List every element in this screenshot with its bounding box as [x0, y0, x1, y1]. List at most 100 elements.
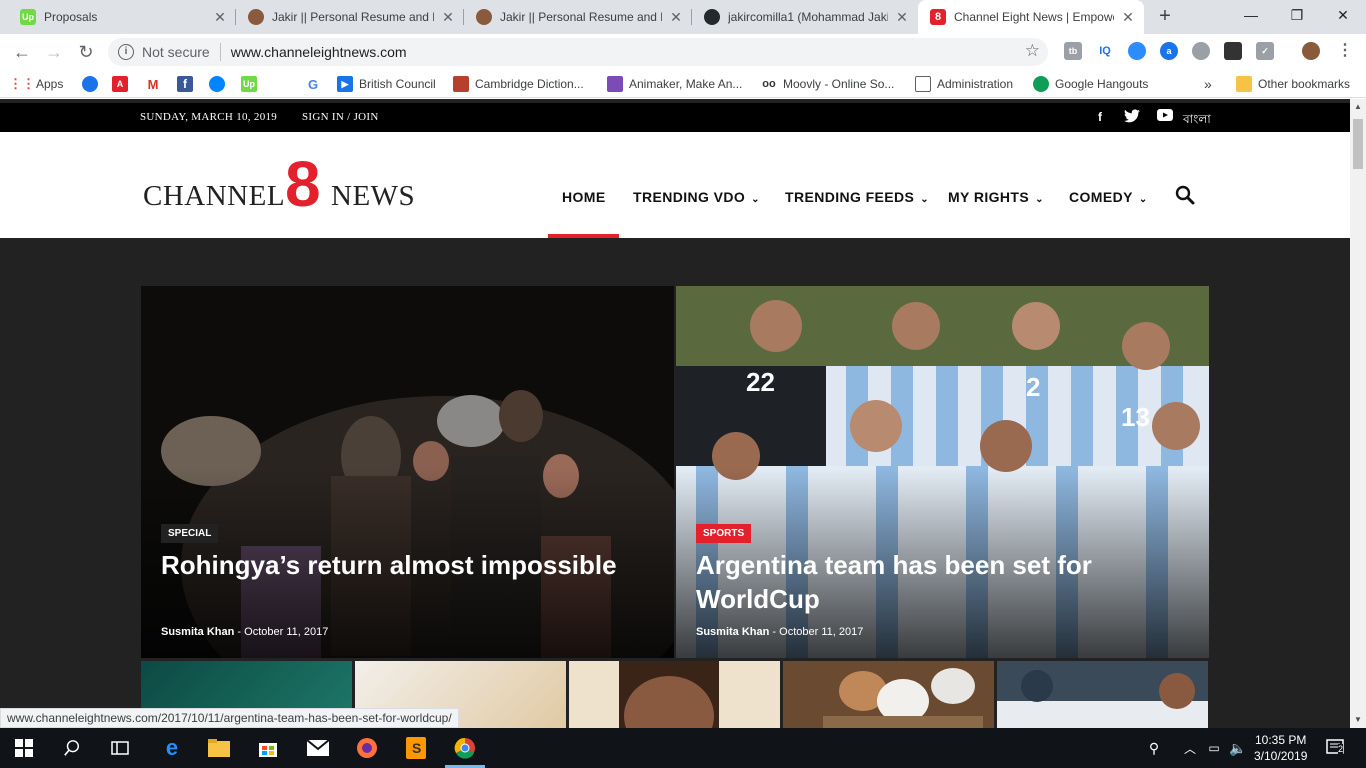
bookmark-label: Google Hangouts — [1055, 77, 1149, 91]
browser-tab[interactable]: jakircomilla1 (Mohammad Jakir ✕ — [692, 0, 918, 34]
browser-tab[interactable]: Jakir || Personal Resume and Po ✕ — [236, 0, 464, 34]
menu-comedy[interactable]: COMEDY ⌄ — [1069, 189, 1148, 205]
zoom-extension-icon[interactable] — [1128, 42, 1146, 60]
menu-dots-icon[interactable]: ⋮ — [1336, 42, 1354, 60]
bookmark-facebook[interactable]: f — [177, 75, 193, 93]
mail-icon[interactable] — [306, 736, 330, 760]
reload-icon[interactable]: ↻ — [74, 40, 98, 64]
notifications-icon[interactable]: 2 — [1324, 736, 1348, 760]
menu-trending-vdo[interactable]: TRENDING VDO ⌄ — [633, 189, 760, 205]
extension-icon[interactable]: tb — [1064, 42, 1082, 60]
article-author[interactable]: Susmita Khan — [696, 626, 769, 638]
profile-avatar[interactable] — [1302, 42, 1320, 60]
browser-tab[interactable]: Jakir || Personal Resume and Po ✕ — [464, 0, 692, 34]
site-logo[interactable]: CHANNEL 8 NEWS — [143, 152, 415, 216]
firefox-icon[interactable] — [355, 736, 379, 760]
search-icon[interactable] — [1175, 185, 1195, 205]
file-explorer-icon[interactable] — [207, 736, 231, 760]
network-icon[interactable]: ▭ — [1202, 736, 1226, 760]
show-hidden-icons-icon[interactable]: ︿ — [1178, 736, 1202, 760]
scroll-down-icon[interactable]: ▼ — [1350, 712, 1366, 728]
facebook-icon[interactable]: f — [1092, 109, 1108, 125]
bookmark-upwork[interactable]: Up — [241, 75, 257, 93]
chrome-icon[interactable] — [453, 736, 477, 760]
bookmark-gmail[interactable]: M — [145, 75, 161, 93]
address-bar[interactable]: i Not secure www.channeleightnews.com ☆ — [108, 38, 1048, 66]
bookmark-label: Administration — [937, 77, 1014, 91]
close-tab-icon[interactable]: ✕ — [1120, 9, 1136, 26]
site-header: CHANNEL 8 NEWS HOME TRENDING VDO ⌄ TRENDI… — [0, 132, 1350, 238]
edge-icon[interactable]: e — [160, 735, 184, 760]
close-window-button[interactable]: ✕ — [1320, 0, 1366, 32]
new-tab-button[interactable]: + — [1154, 5, 1176, 27]
extension-figure-icon[interactable] — [1224, 42, 1242, 60]
sign-in-link[interactable]: SIGN IN / JOIN — [302, 111, 379, 123]
scroll-up-icon[interactable]: ▲ — [1350, 99, 1366, 115]
category-badge[interactable]: SPORTS — [696, 524, 752, 543]
sublime-text-icon[interactable]: S — [404, 736, 428, 760]
browser-tab-active[interactable]: 8 Channel Eight News | Empowe ✕ — [918, 0, 1144, 34]
extension-disk-icon[interactable] — [1192, 42, 1210, 60]
scrollbar-thumb[interactable] — [1353, 119, 1363, 169]
extension-a-icon[interactable]: a — [1160, 42, 1178, 60]
search-icon[interactable] — [60, 736, 84, 760]
site-info-icon[interactable]: i — [118, 44, 134, 60]
featured-article[interactable]: 22 2 13 SPORTS Argentina team has been s… — [676, 286, 1209, 658]
article-meta: Susmita Khan - October 11, 2017 — [696, 626, 864, 638]
bookmark-messenger[interactable] — [209, 75, 225, 93]
close-tab-icon[interactable]: ✕ — [894, 9, 910, 26]
task-view-icon[interactable] — [108, 736, 132, 760]
windows-start-icon[interactable] — [12, 736, 36, 760]
extension-check-icon[interactable]: ✓ — [1256, 42, 1274, 60]
hangouts-icon — [1033, 76, 1049, 92]
menu-home[interactable]: HOME — [562, 189, 606, 205]
maximize-button[interactable]: ❐ — [1274, 0, 1320, 32]
bookmark-moovly[interactable]: oo Moovly - Online So... — [761, 75, 894, 93]
url-text[interactable]: www.channeleightnews.com — [231, 44, 407, 60]
bookmark-hangouts[interactable]: Google Hangouts — [1033, 75, 1148, 93]
youtube-icon[interactable] — [1157, 109, 1173, 125]
article-thumbnail[interactable] — [997, 661, 1208, 728]
menu-trending-feeds[interactable]: TRENDING FEEDS ⌄ — [785, 189, 929, 205]
bookmark-british-council[interactable]: ▶ British Council — [337, 75, 436, 93]
bookmark-google[interactable]: G — [305, 75, 321, 93]
article-thumbnail[interactable] — [783, 661, 994, 728]
browser-tab[interactable]: Up Proposals ✕ — [8, 0, 236, 34]
extension-iq-icon[interactable]: IQ — [1096, 42, 1114, 60]
forward-icon[interactable]: → — [42, 40, 66, 64]
bookmark-acrobat[interactable]: A — [112, 75, 128, 93]
apps-grid-icon: ⋮⋮ — [9, 76, 35, 91]
minimize-button[interactable]: — — [1228, 0, 1274, 32]
bookmark-label: Apps — [36, 77, 64, 91]
close-tab-icon[interactable]: ✕ — [212, 9, 228, 26]
chevron-down-icon: ⌄ — [751, 194, 760, 205]
bookmark-star-icon[interactable]: ☆ — [1025, 41, 1040, 61]
featured-article[interactable]: SPECIAL Rohingya’s return almost impossi… — [141, 286, 674, 658]
people-icon[interactable]: ⚲ — [1142, 736, 1166, 760]
twitter-icon[interactable] — [1124, 109, 1140, 125]
bookmarks-overflow-button[interactable]: » — [1204, 75, 1212, 93]
volume-icon[interactable]: 🔈 — [1226, 736, 1250, 760]
bookmark-animaker[interactable]: Animaker, Make An... — [607, 75, 742, 93]
back-icon[interactable]: ← — [10, 40, 34, 64]
bookmark-apps[interactable]: ⋮⋮ Apps — [9, 75, 64, 93]
page-scrollbar[interactable]: ▲ ▼ — [1350, 99, 1366, 728]
menu-my-rights[interactable]: MY RIGHTS ⌄ — [948, 189, 1044, 205]
bookmark-administration[interactable]: Administration — [915, 75, 1013, 93]
close-tab-icon[interactable]: ✕ — [668, 9, 684, 26]
svg-text:2: 2 — [1026, 372, 1040, 402]
system-clock[interactable]: 10:35 PM 3/10/2019 — [1254, 732, 1307, 764]
close-tab-icon[interactable]: ✕ — [440, 9, 456, 26]
category-badge[interactable]: SPECIAL — [161, 524, 219, 543]
bookmark-cambridge[interactable]: Cambridge Diction... — [453, 75, 584, 93]
store-icon[interactable] — [256, 736, 280, 760]
article-thumbnail[interactable] — [569, 661, 780, 728]
language-switch[interactable]: বাংলা — [1183, 111, 1211, 131]
other-bookmarks[interactable]: Other bookmarks — [1236, 75, 1350, 93]
article-title[interactable]: Argentina team has been set for WorldCup — [696, 548, 1166, 616]
bookmark-account[interactable] — [82, 75, 98, 93]
article-title[interactable]: Rohingya’s return almost impossible — [161, 548, 631, 582]
site-topbar: SUNDAY, MARCH 10, 2019 SIGN IN / JOIN f … — [0, 103, 1350, 132]
avatar-icon — [476, 9, 492, 25]
article-author[interactable]: Susmita Khan — [161, 626, 234, 638]
